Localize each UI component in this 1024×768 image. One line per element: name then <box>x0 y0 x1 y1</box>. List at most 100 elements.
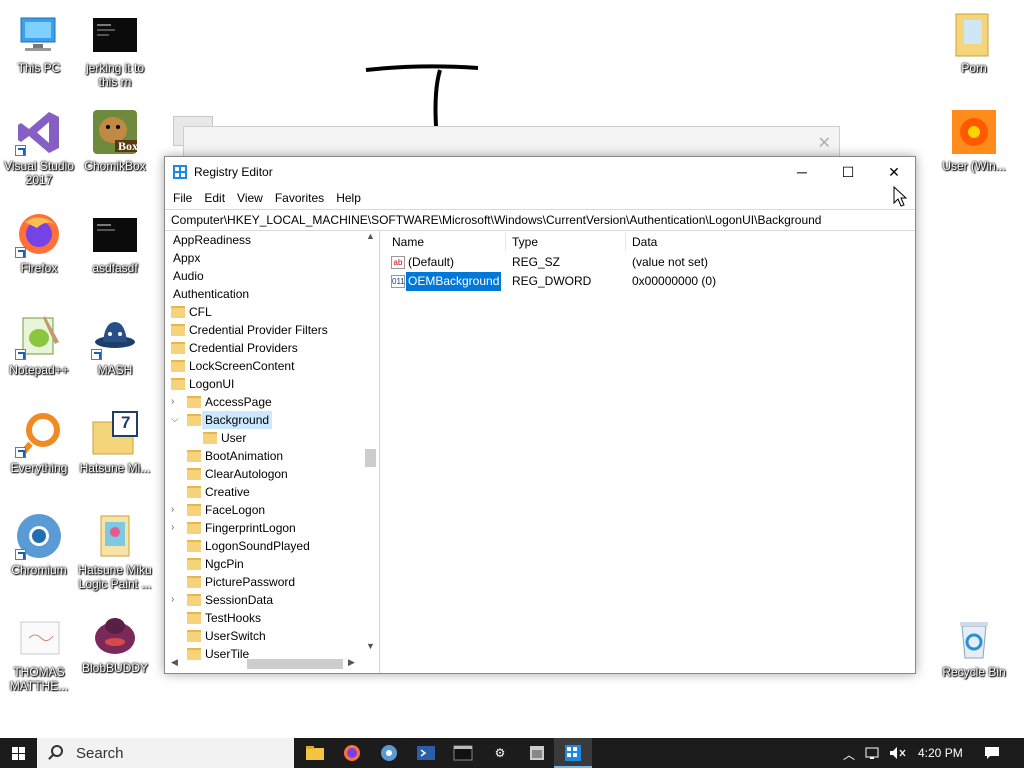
registry-editor-window[interactable]: Registry Editor ─ ☐ ✕ File Edit View Fav… <box>164 156 916 674</box>
tree-item-picturepassword[interactable]: PicturePassword <box>165 573 379 591</box>
minimize-button[interactable]: ─ <box>779 157 825 187</box>
desktop-icon-firefox[interactable]: Firefox <box>0 210 78 275</box>
menu-favorites[interactable]: Favorites <box>269 191 330 205</box>
folder-icon <box>187 630 201 642</box>
desktop-icon-notepadpp[interactable]: Notepad++ <box>0 312 78 377</box>
firefox-taskbar-icon[interactable] <box>342 743 362 763</box>
tree-item-sessiondata[interactable]: › SessionData <box>165 591 379 609</box>
powershell-icon[interactable] <box>416 743 436 763</box>
tree-item-label: Credential Providers <box>189 341 298 355</box>
tree-item-label: ClearAutologon <box>205 467 288 481</box>
chevron-right-icon[interactable]: › <box>171 519 181 537</box>
chevron-up-icon[interactable]: ︿ <box>843 746 855 763</box>
scroll-thumb[interactable] <box>247 659 343 669</box>
notepad-plus-plus-icon <box>15 312 63 360</box>
address-bar[interactable]: Computer\HKEY_LOCAL_MACHINE\SOFTWARE\Mic… <box>165 209 915 231</box>
column-name[interactable]: Name <box>392 235 424 249</box>
tree-item-background[interactable]: ⌵ Background <box>165 411 379 429</box>
desktop-icon-visual-studio[interactable]: Visual Studio 2017 <box>0 108 78 187</box>
desktop-icon-mash[interactable]: MASH <box>76 312 154 377</box>
tree-item-creative[interactable]: Creative <box>165 483 379 501</box>
taskbar-search-box[interactable]: Search <box>37 738 294 768</box>
scroll-up-icon[interactable]: ▲ <box>366 231 375 241</box>
tree-item-appx[interactable]: Appx <box>165 249 379 267</box>
registry-editor-icon <box>173 165 187 179</box>
tree-item-facelogon[interactable]: › FaceLogon <box>165 501 379 519</box>
value-name: (Default) <box>408 255 455 269</box>
menu-edit[interactable]: Edit <box>198 191 231 205</box>
desktop-icon-recycle-bin[interactable]: Recycle Bin <box>935 614 1013 679</box>
desktop-icon-hatsune-logic-paint[interactable]: Hatsune Miku Logic Paint ... <box>76 512 154 591</box>
tree-horizontal-scrollbar[interactable]: ◀ ▶ <box>165 655 362 672</box>
window-title: Registry Editor <box>194 165 273 179</box>
tree-item-credential-providers[interactable]: Credential Providers <box>165 339 379 357</box>
tree-item-label: User <box>221 431 247 445</box>
desktop-icon-thomas[interactable]: THOMAS MATTHE... <box>0 614 78 693</box>
chromium-taskbar-icon[interactable] <box>379 743 399 763</box>
tree-item-ngcpin[interactable]: NgcPin <box>165 555 379 573</box>
desktop-icon-user-win[interactable]: User (Win... <box>935 108 1013 173</box>
desktop-icon-chromium[interactable]: Chromium <box>0 512 78 577</box>
desktop-icon-blobbuddy[interactable]: BlobBUDDY <box>76 610 154 675</box>
value-row-oembackground[interactable]: 011 OEMBackground REG_DWORD 0x00000000 (… <box>385 272 915 291</box>
chomikbox-badge: Box <box>118 139 139 153</box>
tree-item-lockscreencontent[interactable]: LockScreenContent <box>165 357 379 375</box>
scroll-down-icon[interactable]: ▼ <box>366 641 375 651</box>
tree-item-label: SessionData <box>205 593 274 607</box>
notification-icon[interactable] <box>984 746 1000 763</box>
value-row-default[interactable]: ab (Default) REG_SZ (value not set) <box>385 253 915 272</box>
scroll-thumb[interactable] <box>365 449 376 467</box>
chevron-right-icon[interactable]: › <box>171 591 181 609</box>
menu-bar: File Edit View Favorites Help <box>165 187 915 209</box>
settings-gear-icon[interactable]: ⚙ <box>490 743 510 763</box>
tree-item-userswitch[interactable]: UserSwitch <box>165 627 379 645</box>
tree-item-audio[interactable]: Audio <box>165 267 379 285</box>
volume-muted-icon[interactable] <box>889 746 907 763</box>
tree-item-logonsoundplayed[interactable]: LogonSoundPlayed <box>165 537 379 555</box>
maximize-button[interactable]: ☐ <box>825 157 871 187</box>
tree-item-testhooks[interactable]: TestHooks <box>165 609 379 627</box>
tree-vertical-scrollbar[interactable]: ▲ ▼ <box>362 231 379 655</box>
close-button[interactable]: ✕ <box>871 157 917 187</box>
tree-item-clearautologon[interactable]: ClearAutologon <box>165 465 379 483</box>
menu-view[interactable]: View <box>231 191 269 205</box>
column-data[interactable]: Data <box>632 235 657 249</box>
tree-item-user[interactable]: User <box>165 429 379 447</box>
desktop-icon-asdfasdf[interactable]: asdfasdf <box>76 210 154 275</box>
app-window-icon[interactable] <box>527 743 547 763</box>
tree-item-credential-provider-filters[interactable]: Credential Provider Filters <box>165 321 379 339</box>
key-tree-pane[interactable]: AppReadiness Appx Audio Authentication CFL Cr… <box>165 231 380 673</box>
desktop-icon-jerking[interactable]: jerking it to this rn <box>76 10 154 89</box>
desktop-icon-chomikbox[interactable]: Box ChomikBox <box>76 108 154 173</box>
menu-help[interactable]: Help <box>330 191 367 205</box>
values-list-pane[interactable]: Name Type Data ab (Default) REG_SZ (valu… <box>385 231 915 673</box>
chevron-down-icon[interactable]: ⌵ <box>171 411 181 429</box>
tree-item-appreadiness[interactable]: AppReadiness <box>165 231 379 249</box>
tree-item-logonui[interactable]: LogonUI <box>165 375 379 393</box>
start-button[interactable] <box>0 738 37 768</box>
scroll-left-icon[interactable]: ◀ <box>171 657 178 668</box>
chevron-right-icon[interactable]: › <box>171 501 181 519</box>
scroll-right-icon[interactable]: ▶ <box>348 657 355 668</box>
background-drawing <box>365 64 479 127</box>
title-bar[interactable]: Registry Editor ─ ☐ ✕ <box>165 157 915 187</box>
tree-item-cfl[interactable]: CFL <box>165 303 379 321</box>
desktop-icon-porn-folder[interactable]: Porn <box>935 10 1013 75</box>
tree-item-accesspage[interactable]: › AccessPage <box>165 393 379 411</box>
file-explorer-icon[interactable] <box>305 743 325 763</box>
desktop-icon-hatsune-archive[interactable]: 7 Hatsune Mi... <box>76 410 154 475</box>
tree-item-fingerprintlogon[interactable]: › FingerprintLogon <box>165 519 379 537</box>
network-icon[interactable] <box>865 746 881 763</box>
chevron-right-icon[interactable]: › <box>171 393 181 411</box>
desktop-icon-this-pc[interactable]: This PC <box>0 10 78 75</box>
value-type: REG_DWORD <box>512 274 592 288</box>
command-prompt-icon[interactable] <box>453 743 473 763</box>
menu-file[interactable]: File <box>167 191 198 205</box>
tree-item-bootanimation[interactable]: BootAnimation <box>165 447 379 465</box>
registry-editor-taskbar-button[interactable] <box>554 738 592 768</box>
tree-item-authentication[interactable]: Authentication <box>165 285 379 303</box>
column-type[interactable]: Type <box>512 235 538 249</box>
folder-icon <box>187 486 201 498</box>
clock[interactable]: 4:20 PM <box>918 746 963 760</box>
desktop-icon-everything[interactable]: Everything <box>0 410 78 475</box>
